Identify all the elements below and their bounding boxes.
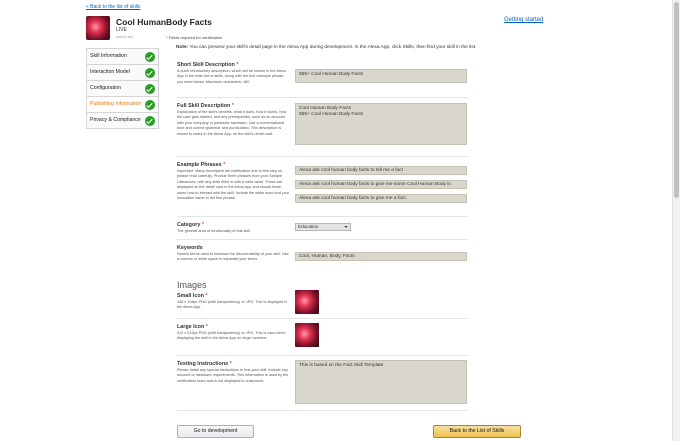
required-marker: *	[236, 62, 239, 68]
page-scrollbar[interactable]	[672, 0, 680, 441]
large-icon-label: Large Icon *	[177, 324, 208, 330]
example-phrases-label: Example Phrases *	[177, 162, 225, 168]
field-label-text: Full Skill Description	[177, 103, 231, 109]
keywords-label: Keywords	[177, 245, 203, 251]
back-to-skills-link[interactable]: « Back to the list of skills	[86, 4, 140, 10]
section-divider	[177, 410, 468, 411]
skill-title: Cool HumanBody Facts	[116, 17, 212, 27]
short-description-label: Short Skill Description *	[177, 62, 238, 68]
sidebar-item-privacy-compliance[interactable]: Privacy & Compliance	[87, 113, 158, 129]
required-marker: *	[201, 222, 204, 228]
keywords-help: Search terms used to increase the discov…	[177, 252, 289, 262]
images-section-title: Images	[177, 280, 207, 290]
check-circle-icon	[145, 84, 155, 94]
getting-started-link[interactable]: Getting started	[504, 17, 543, 23]
example-phrase-2-input[interactable]: Alexa ask cool human body facts to give …	[295, 180, 467, 189]
section-divider	[177, 318, 468, 319]
small-icon-label: Small Icon *	[177, 293, 208, 299]
check-circle-icon	[145, 52, 155, 62]
testing-instructions-help: Please detail any special instructions t…	[177, 368, 289, 383]
note-text: You can preview your skill's detail page…	[188, 45, 477, 50]
category-select[interactable]: Education	[295, 223, 351, 231]
large-icon-help: 512 x 512px PNG (with transparency) or J…	[177, 331, 286, 341]
section-divider	[177, 239, 468, 240]
sidebar-item-configuration[interactable]: Configuration	[87, 81, 158, 97]
check-circle-icon	[145, 68, 155, 78]
skill-sidebar-nav: Skill Information Interaction Model Conf…	[86, 48, 159, 129]
check-circle-icon	[145, 116, 155, 126]
field-label-text: Category	[177, 222, 201, 228]
note-prefix: Note:	[176, 45, 189, 50]
keywords-input[interactable]: Cool, Human, Body, Facts	[295, 252, 467, 261]
field-label-text: Large Icon	[177, 324, 205, 330]
sidebar-item-publishing-information[interactable]: Publishing Information	[87, 97, 158, 113]
full-description-label: Full Skill Description *	[177, 103, 234, 109]
back-to-list-button[interactable]: Back to the List of Skills	[433, 425, 521, 438]
category-help: The general area of functionality of thi…	[177, 229, 251, 233]
check-circle-icon	[145, 100, 155, 110]
section-divider	[177, 97, 468, 98]
skill-status-badge: LIVE	[116, 27, 127, 33]
field-label-text: Short Skill Description	[177, 62, 235, 68]
full-description-textarea[interactable]: Cool Human Body Facts 555+ Cool Human Bo…	[295, 103, 467, 145]
skill-icon-image	[86, 16, 110, 40]
testing-instructions-textarea[interactable]: This is based on the Fact Skill Template	[295, 360, 467, 404]
example-phrase-3-input[interactable]: Alexa ask cool human body facts to give …	[295, 194, 467, 203]
small-icon-help: 108 x 108px PNG (with transparency) or J…	[177, 300, 288, 310]
skill-id: amzn1.ask	[116, 35, 133, 39]
sidebar-item-label: Publishing Information	[90, 101, 142, 107]
field-label-text: Testing Instructions	[177, 361, 229, 367]
required-marker: *	[229, 361, 232, 367]
sidebar-item-interaction-model[interactable]: Interaction Model	[87, 65, 158, 81]
required-marker: *	[223, 162, 226, 168]
section-divider	[177, 355, 468, 356]
go-to-development-button[interactable]: Go to development	[177, 425, 254, 438]
example-phrase-1-input[interactable]: Alexa ask cool human body facts to tell …	[295, 166, 467, 175]
field-label-text: Small Icon	[177, 293, 204, 299]
sidebar-item-skill-information[interactable]: Skill Information	[87, 49, 158, 65]
short-description-input[interactable]: 555+ Cool Human Body Facts	[295, 69, 467, 83]
scrollbar-thumb[interactable]	[674, 2, 679, 198]
sidebar-item-label: Configuration	[90, 85, 121, 91]
large-icon-image[interactable]	[295, 323, 319, 347]
category-select-value: Education	[298, 224, 319, 229]
required-fields-note: * Fields required for certification	[166, 35, 223, 40]
chevron-down-icon	[344, 226, 348, 229]
example-phrases-help: Important: Many developers fail certific…	[177, 169, 290, 201]
required-marker: *	[205, 324, 208, 330]
required-marker: *	[205, 293, 208, 299]
category-label: Category *	[177, 222, 204, 228]
sidebar-item-label: Skill Information	[90, 53, 127, 59]
full-description-help: Explanation of the skill's benefits, wha…	[177, 110, 287, 136]
short-description-help: A quick introductory description, which …	[177, 69, 286, 84]
sidebar-item-label: Interaction Model	[90, 69, 130, 75]
testing-instructions-label: Testing Instructions *	[177, 361, 232, 367]
required-marker: *	[231, 103, 234, 109]
sidebar-item-label: Privacy & Compliance	[90, 117, 141, 123]
field-label-text: Example Phrases	[177, 162, 222, 168]
preview-note: Note: You can preview your skill's detai…	[176, 45, 476, 50]
section-divider	[177, 156, 468, 157]
small-icon-image[interactable]	[295, 290, 319, 314]
section-divider	[177, 216, 468, 217]
